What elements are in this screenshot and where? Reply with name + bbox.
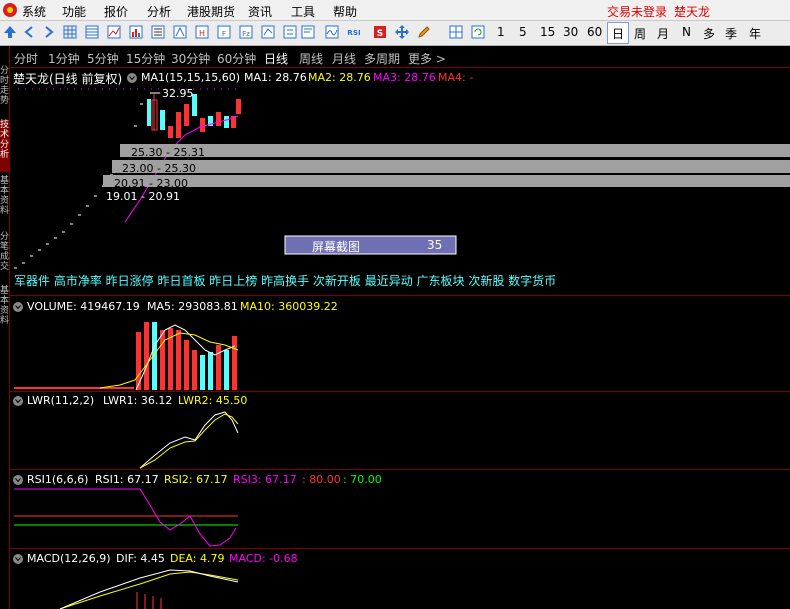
volume-ma5: MA5: 293083.81 bbox=[147, 300, 238, 313]
candle bbox=[176, 112, 181, 138]
chip-bar bbox=[120, 144, 790, 157]
candle bbox=[200, 118, 205, 132]
candle bbox=[216, 112, 221, 126]
chip-range-1: 25.30 - 25.31 bbox=[131, 146, 205, 159]
rsi-dropdown-icon[interactable] bbox=[13, 475, 23, 485]
rsi-line bbox=[14, 488, 237, 547]
volume-label: VOLUME: 419467.19 bbox=[27, 300, 140, 313]
candle bbox=[184, 104, 189, 126]
concept-tags[interactable]: 军器件 高市净率 昨日涨停 昨日首板 昨日上榜 昨高换手 次新开板 最近异动 广… bbox=[14, 272, 556, 289]
chip-bar bbox=[103, 175, 790, 187]
rsi1-value: RSI1: 67.17 bbox=[95, 473, 159, 486]
rsi2-value: RSI2: 67.17 bbox=[164, 473, 228, 486]
rsi3-value: RSI3: 67.17 bbox=[233, 473, 297, 486]
candlesticks bbox=[147, 94, 241, 138]
lwr-dropdown-icon[interactable] bbox=[13, 396, 23, 406]
candle bbox=[224, 116, 229, 128]
chip-range-2: 23.00 - 25.30 bbox=[122, 162, 196, 175]
chip-range-4: 19.01 - 20.91 bbox=[106, 190, 180, 203]
macd-bars bbox=[136, 592, 162, 609]
dea-line bbox=[59, 571, 239, 609]
macd-value: MACD: -0.68 bbox=[229, 552, 298, 565]
macd-label: MACD(12,26,9) bbox=[27, 552, 111, 565]
candle bbox=[168, 126, 173, 138]
candle bbox=[160, 110, 165, 130]
lwr2-value: LWR2: 45.50 bbox=[178, 394, 248, 407]
candle bbox=[236, 99, 241, 114]
macd-dropdown-icon[interactable] bbox=[13, 554, 23, 564]
high-price-label: 32.95 bbox=[162, 87, 194, 100]
candle bbox=[147, 99, 151, 126]
rsi-80-label: : 80.00 bbox=[302, 473, 341, 486]
volume-ma10: MA10: 360039.22 bbox=[240, 300, 338, 313]
lwr1-value: LWR1: 36.12 bbox=[103, 394, 173, 407]
screenshot-label: 屏幕截图 bbox=[312, 240, 361, 254]
dif-line bbox=[59, 569, 239, 609]
dea-value: DEA: 4.79 bbox=[170, 552, 225, 565]
rsi-label: RSI1(6,6,6) bbox=[27, 473, 89, 486]
rsi-70-label: : 70.00 bbox=[343, 473, 382, 486]
screenshot-value: 35 bbox=[427, 238, 443, 252]
lwr2-line bbox=[139, 413, 239, 469]
lwr-label: LWR(11,2,2) bbox=[27, 394, 95, 407]
volume-bars bbox=[14, 322, 237, 390]
chip-bar bbox=[112, 160, 790, 173]
chip-range-3: 20.91 - 23.00 bbox=[114, 177, 188, 190]
dif-value: DIF: 4.45 bbox=[116, 552, 165, 565]
volume-dropdown-icon[interactable] bbox=[13, 302, 23, 312]
